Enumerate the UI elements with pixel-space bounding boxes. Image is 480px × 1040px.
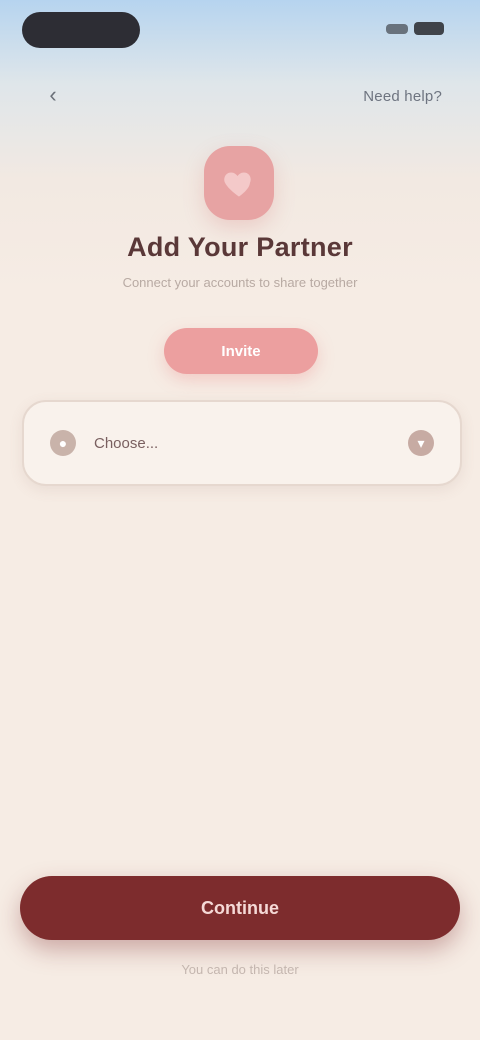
partner-heart-badge	[204, 146, 274, 220]
user-icon: ●	[50, 430, 76, 456]
back-button[interactable]: ‹	[38, 80, 68, 110]
invite-button[interactable]: Invite	[164, 328, 318, 374]
signal-icon	[386, 23, 408, 34]
heart-icon	[224, 172, 251, 197]
partner-select-field[interactable]: ● Choose... ▾	[22, 400, 462, 486]
status-bar-indicators	[386, 22, 444, 35]
page-title: Add Your Partner	[127, 232, 353, 262]
help-link[interactable]: Need help?	[363, 88, 442, 105]
status-bar-time-pill	[22, 12, 140, 48]
page-subtitle: Connect your accounts to share together	[122, 275, 358, 290]
continue-button[interactable]: Continue	[20, 876, 460, 940]
chevron-down-icon: ▾	[408, 430, 434, 456]
chevron-left-icon: ‹	[49, 82, 57, 107]
battery-icon	[414, 22, 444, 35]
partner-select-label: Choose...	[94, 434, 159, 452]
skip-note-link[interactable]: You can do this later	[0, 962, 480, 977]
